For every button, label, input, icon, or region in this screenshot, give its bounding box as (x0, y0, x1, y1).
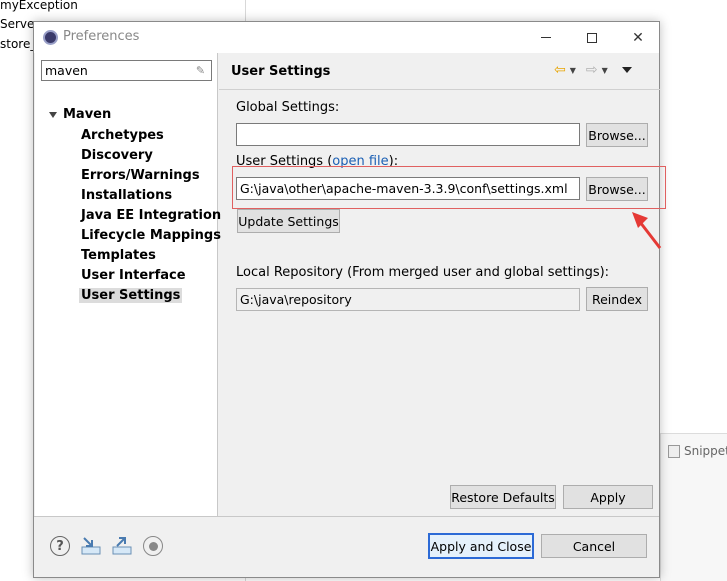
global-settings-label: Global Settings: (236, 100, 340, 115)
apply-and-close-button[interactable]: Apply and Close (428, 533, 534, 559)
minimize-icon (541, 37, 551, 38)
tree-item-errors-warnings[interactable]: Errors/Warnings (79, 168, 202, 183)
maximize-button[interactable] (569, 22, 615, 53)
clear-filter-icon[interactable]: ✎ (194, 64, 207, 77)
filter-input[interactable] (42, 61, 188, 80)
tree-item-templates[interactable]: Templates (79, 248, 158, 263)
close-button[interactable]: ✕ (615, 22, 661, 53)
tree-item-lifecycle-mappings[interactable]: Lifecycle Mappings (79, 228, 223, 243)
reindex-button[interactable]: Reindex (586, 287, 648, 311)
update-settings-button[interactable]: Update Settings (237, 209, 340, 233)
view-menu-icon[interactable] (621, 67, 632, 73)
maximize-icon (587, 32, 597, 43)
cancel-button[interactable]: Cancel (541, 534, 647, 558)
forward-arrow-icon[interactable]: ⇨ (586, 63, 598, 77)
background-tree-item[interactable]: store_ (0, 37, 36, 51)
annotation-highlight-box (232, 166, 666, 209)
global-browse-button[interactable]: Browse... (586, 123, 648, 147)
snippets-tab[interactable]: Snippet (668, 444, 727, 458)
back-arrow-icon[interactable]: ⇦ (554, 63, 566, 77)
tree-item-user-interface[interactable]: User Interface (79, 268, 188, 283)
close-icon: ✕ (632, 29, 644, 46)
footer-divider (34, 516, 659, 517)
tree-item-user-settings[interactable]: User Settings (79, 288, 183, 303)
restore-defaults-button[interactable]: Restore Defaults (450, 485, 556, 509)
annotation-arrow-icon (632, 212, 662, 249)
minimize-button[interactable] (523, 22, 569, 53)
tree-item-discovery[interactable]: Discovery (79, 148, 155, 163)
expand-icon[interactable] (48, 110, 58, 120)
forward-dropdown-icon[interactable]: ▼ (602, 66, 608, 75)
tree-item-label: Maven (63, 107, 112, 122)
snippets-tab-label: Snippet (684, 444, 727, 458)
tree-item-java-ee-integration[interactable]: Java EE Integration (79, 208, 223, 223)
import-icon[interactable] (80, 536, 102, 556)
global-settings-field[interactable] (236, 123, 580, 146)
history-navigation: ⇦ ▼ ⇨ ▼ (554, 63, 632, 77)
tree-item-installations[interactable]: Installations (79, 188, 174, 203)
snippets-icon (668, 444, 680, 458)
preferences-icon (43, 30, 58, 45)
help-icon[interactable]: ? (50, 536, 70, 556)
export-icon[interactable] (111, 536, 133, 556)
content-header: User Settings ⇦ ▼ ⇨ ▼ (219, 53, 660, 89)
background-tree-item[interactable]: myException (0, 0, 78, 12)
apply-button[interactable]: Apply (563, 485, 653, 509)
tree-item-maven[interactable]: Maven (48, 107, 111, 122)
dialog-title: Preferences (63, 29, 140, 44)
local-repository-field[interactable] (236, 288, 580, 311)
filter-box: ✎ (41, 60, 212, 81)
back-dropdown-icon[interactable]: ▼ (570, 66, 576, 75)
record-icon[interactable] (143, 536, 163, 556)
dialog-titlebar[interactable]: Preferences ✕ (34, 22, 659, 53)
tree-item-archetypes[interactable]: Archetypes (79, 128, 166, 143)
page-title: User Settings (231, 64, 331, 79)
header-divider (219, 89, 660, 90)
preferences-nav-pane: ✎ Maven Archetypes Discovery Errors/Warn… (35, 53, 221, 516)
local-repository-label: Local Repository (From merged user and g… (236, 265, 610, 280)
